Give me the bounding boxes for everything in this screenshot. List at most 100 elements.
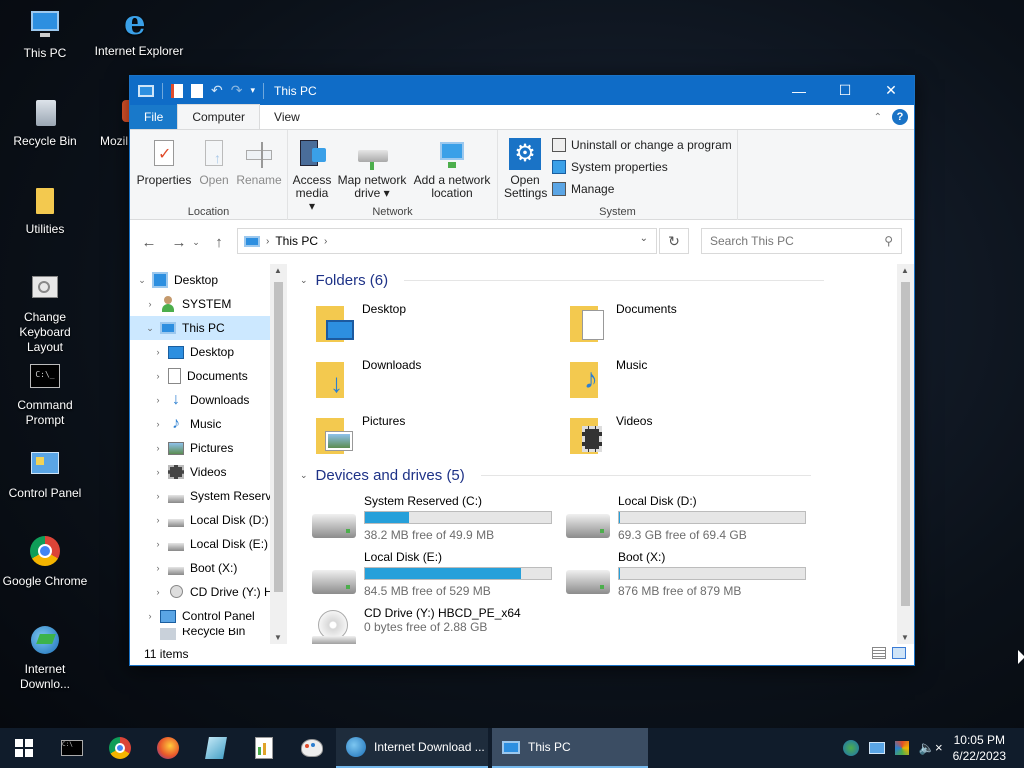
tree-item-boot-x[interactable]: › Boot (X:)	[130, 556, 287, 580]
desktop-icon-mozilla[interactable]: Mozil	[84, 96, 134, 149]
desktop-icon-google-chrome[interactable]: Google Chrome	[0, 536, 90, 589]
desktop-icon-utilities[interactable]: Utilities	[0, 184, 90, 237]
breadcrumb-chevron-icon[interactable]: ›	[324, 236, 327, 247]
folder-item-videos[interactable]: Videos	[568, 414, 652, 454]
desktop-icon-control-panel[interactable]: Control Panel	[0, 448, 90, 501]
tree-item-videos[interactable]: › Videos	[130, 460, 287, 484]
tree-item-documents[interactable]: › Documents	[130, 364, 287, 388]
chevron-right-icon[interactable]: ›	[152, 371, 164, 381]
chevron-right-icon[interactable]: ›	[152, 563, 164, 573]
download-manager-tray-icon[interactable]	[842, 740, 859, 756]
folder-item-pictures[interactable]: Pictures	[314, 414, 405, 454]
manage-button[interactable]: Manage	[552, 182, 614, 196]
taskbar-command-prompt[interactable]: C:\	[48, 728, 96, 768]
properties-button[interactable]: ✓ Properties	[136, 138, 192, 187]
uninstall-program-button[interactable]: Uninstall or change a program	[552, 138, 732, 152]
tree-item-recycle-bin[interactable]: Recycle Bin	[130, 628, 287, 640]
taskbar-app-5[interactable]	[240, 728, 288, 768]
folder-item-downloads[interactable]: ↓ Downloads	[314, 358, 421, 398]
forward-arrow-icon[interactable]: →	[168, 234, 190, 251]
drive-item-system-reserved-c[interactable]: System Reserved (C:) 38.2 MB free of 49.…	[312, 494, 552, 542]
tree-item-local-disk-d[interactable]: › Local Disk (D:)	[130, 508, 287, 532]
rename-button[interactable]: Rename	[234, 138, 284, 187]
access-media-button[interactable]: Access media ▾	[292, 138, 332, 213]
map-network-drive-button[interactable]: Map network drive ▾	[336, 138, 408, 200]
search-input[interactable]: Search This PC ⚲	[701, 228, 902, 254]
taskbar-app-4[interactable]	[192, 728, 240, 768]
desktop-icon-internet-download-manager[interactable]: Internet Downlo...	[0, 624, 90, 692]
drive-item-local-disk-e[interactable]: Local Disk (E:) 84.5 MB free of 529 MB	[312, 550, 552, 598]
taskbar-task-internet-download-manager[interactable]: Internet Download ...	[336, 728, 488, 768]
navigation-pane-scrollbar[interactable]: ▲ ▼	[270, 264, 287, 644]
desktop-icon-recycle-bin[interactable]: Recycle Bin	[0, 96, 90, 149]
chevron-right-icon[interactable]: ›	[152, 395, 164, 405]
customize-quick-access-icon[interactable]: ▾	[250, 85, 255, 96]
breadcrumb-this-pc[interactable]: This PC	[275, 234, 318, 248]
chevron-right-icon[interactable]: ›	[152, 347, 164, 357]
open-settings-button[interactable]: ⚙ Open Settings	[504, 138, 547, 200]
chevron-right-icon[interactable]: ›	[152, 539, 164, 549]
folder-item-music[interactable]: ♪ Music	[568, 358, 647, 398]
undo-icon[interactable]: ↶	[211, 82, 223, 99]
content-scrollbar[interactable]: ▲ ▼	[897, 264, 914, 644]
drive-item-boot-x[interactable]: Boot (X:) 876 MB free of 879 MB	[566, 550, 806, 598]
tree-item-local-disk-e[interactable]: › Local Disk (E:)	[130, 532, 287, 556]
start-button[interactable]	[0, 728, 48, 768]
tree-item-control-panel[interactable]: › Control Panel	[130, 604, 287, 628]
scroll-up-icon[interactable]: ▲	[274, 266, 282, 275]
scroll-down-icon[interactable]: ▼	[901, 633, 909, 642]
chevron-right-icon[interactable]: ›	[152, 467, 164, 477]
address-bar[interactable]: › This PC › ⌄	[237, 228, 657, 254]
drive-item-cd-drive-y[interactable]: CD Drive (Y:) HBCD_PE_x64 0 bytes free o…	[312, 606, 521, 644]
volume-muted-icon[interactable]: 🔈×	[919, 740, 943, 756]
details-view-icon[interactable]	[872, 647, 886, 659]
recent-locations-chevron-icon[interactable]: ⌄	[190, 237, 202, 248]
title-bar[interactable]: ↶ ↷ ▾ This PC — ☐ ✕	[130, 76, 914, 105]
tree-item-music[interactable]: › ♪ Music	[130, 412, 287, 436]
chevron-down-icon[interactable]: ⌄	[300, 275, 308, 286]
taskbar-chrome[interactable]	[96, 728, 144, 768]
network-icon[interactable]	[868, 742, 885, 754]
chevron-right-icon[interactable]: ›	[144, 299, 156, 309]
taskbar-firefox[interactable]	[144, 728, 192, 768]
redo-icon[interactable]: ↷	[231, 82, 243, 99]
refresh-button[interactable]: ↻	[659, 228, 689, 254]
tab-view[interactable]: View	[260, 105, 314, 129]
tree-item-system[interactable]: › SYSTEM	[130, 292, 287, 316]
address-dropdown-chevron-icon[interactable]: ⌄	[640, 233, 648, 244]
open-button[interactable]: ↑ Open	[192, 138, 236, 187]
taskbar-app-6[interactable]	[288, 728, 336, 768]
desktop-icon-change-keyboard-layout[interactable]: Change Keyboard Layout	[0, 272, 90, 355]
folder-item-documents[interactable]: Documents	[568, 302, 677, 342]
chevron-right-icon[interactable]: ›	[152, 443, 164, 453]
tree-item-cd-drive-y[interactable]: › CD Drive (Y:) H	[130, 580, 287, 604]
breadcrumb-chevron-icon[interactable]: ›	[266, 236, 269, 247]
tab-file[interactable]: File	[130, 105, 178, 129]
maximize-button[interactable]: ☐	[822, 76, 868, 105]
new-folder-icon[interactable]	[191, 83, 203, 98]
tree-item-this-pc[interactable]: ⌄ This PC	[130, 316, 287, 340]
properties-icon[interactable]	[171, 83, 183, 98]
back-arrow-icon[interactable]: ←	[138, 234, 160, 251]
chevron-down-icon[interactable]: ⌄	[300, 470, 308, 481]
desktop-icon-internet-explorer[interactable]: e Internet Explorer	[94, 6, 184, 59]
minimize-button[interactable]: —	[776, 76, 822, 105]
desktop-icon-command-prompt[interactable]: C:\_ Command Prompt	[0, 360, 90, 428]
scrollbar-thumb[interactable]	[901, 282, 910, 606]
taskbar-task-this-pc[interactable]: This PC	[492, 728, 648, 768]
tree-item-pictures[interactable]: › Pictures	[130, 436, 287, 460]
large-icons-view-icon[interactable]	[892, 647, 906, 659]
collapse-ribbon-icon[interactable]: ⌃	[874, 112, 882, 123]
help-icon[interactable]: ?	[892, 109, 908, 125]
folders-section-header[interactable]: ⌄ Folders (6)	[300, 272, 825, 289]
chevron-right-icon[interactable]: ›	[152, 491, 164, 501]
system-properties-button[interactable]: System properties	[552, 160, 668, 174]
chevron-down-icon[interactable]: ⌄	[136, 275, 148, 286]
display-icon[interactable]	[894, 741, 909, 755]
desktop-icon-this-pc[interactable]: This PC	[0, 8, 90, 61]
chevron-right-icon[interactable]: ›	[152, 587, 164, 597]
chevron-down-icon[interactable]: ⌄	[144, 323, 156, 334]
tab-computer[interactable]: Computer	[177, 104, 261, 129]
up-arrow-icon[interactable]: ↑	[208, 234, 230, 251]
folder-item-desktop[interactable]: Desktop	[314, 302, 406, 342]
